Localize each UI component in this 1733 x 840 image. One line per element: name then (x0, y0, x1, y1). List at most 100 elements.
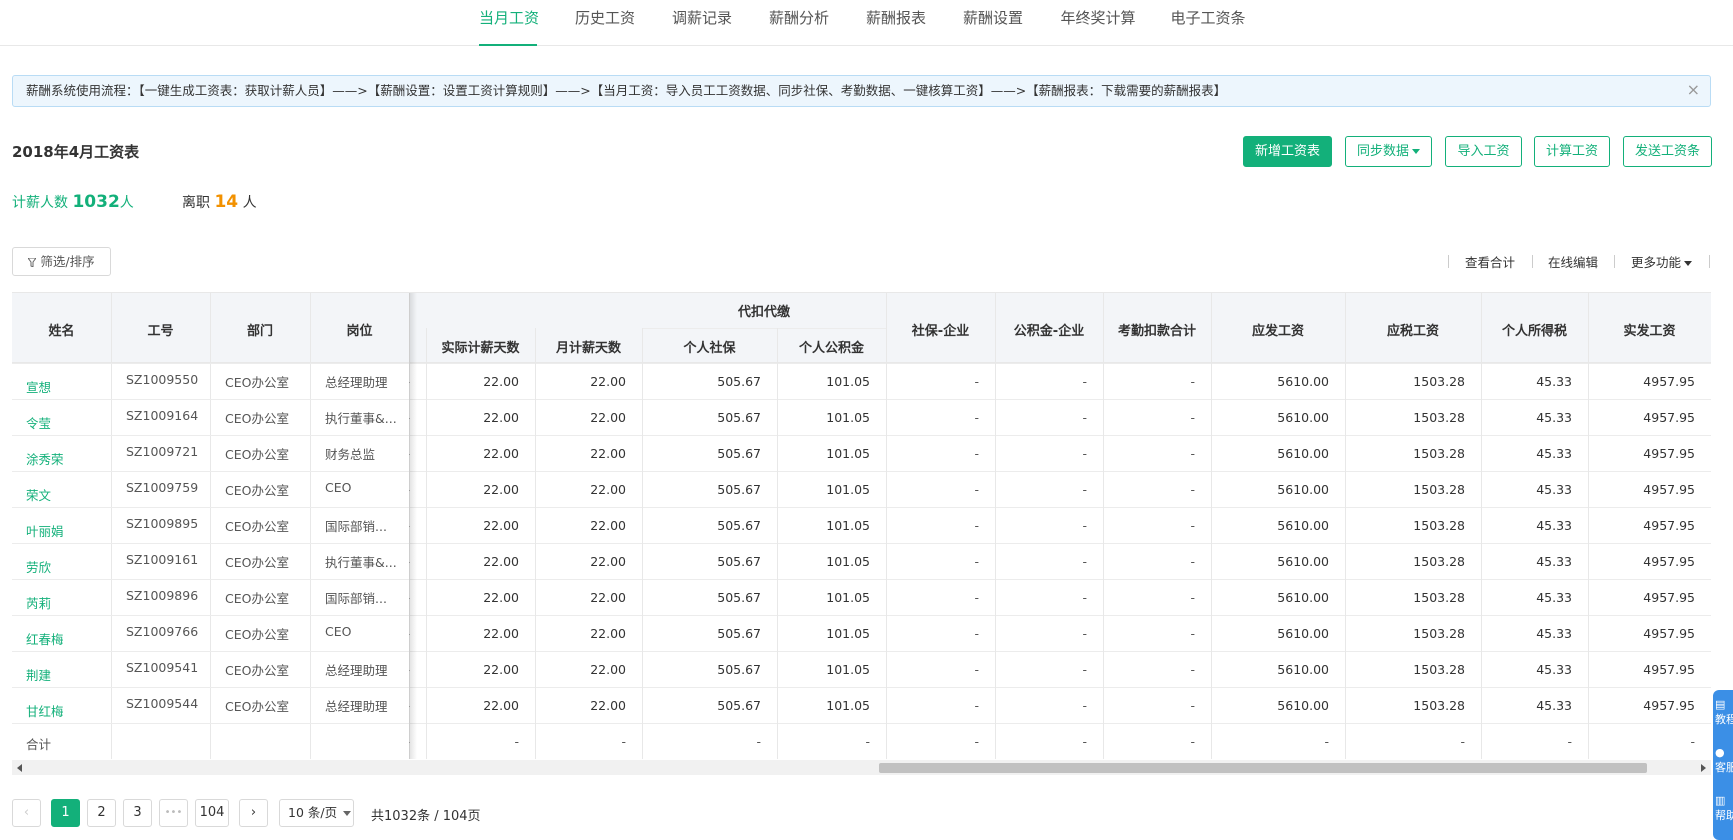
cell-gross-pay: 5610.00 (1277, 590, 1329, 605)
cell-position: CEO (325, 624, 352, 639)
employee-name-link[interactable]: 荆建 (26, 665, 106, 684)
tab-current-salary[interactable]: 当月工资 (479, 0, 539, 46)
next-page-button[interactable]: › (239, 799, 268, 827)
header-month-days[interactable]: 月计薪天数 (535, 337, 642, 356)
header-dept[interactable]: 部门 (210, 320, 310, 339)
cell-dept: CEO办公室 (225, 375, 289, 390)
tab-e-payslip[interactable]: 电子工资条 (1170, 0, 1246, 46)
cell-personal-hf: 101.05 (826, 446, 870, 461)
close-icon[interactable]: × (1687, 76, 1700, 104)
employee-name-link[interactable]: 甘红梅 (26, 701, 106, 720)
employee-name-link[interactable]: 叶丽娟 (26, 521, 106, 540)
more-functions-dropdown[interactable]: 更多功能 (1631, 252, 1693, 271)
tab-salary-reports[interactable]: 薪酬报表 (866, 0, 926, 46)
page-3-button[interactable]: 3 (123, 799, 152, 827)
header-position[interactable]: 岗位 (310, 320, 409, 339)
new-salary-sheet-button[interactable]: 新增工资表 (1243, 136, 1332, 167)
cell-attendance-deduct: - (1190, 698, 1195, 713)
cell-si-company: - (974, 410, 979, 425)
header-hf-company[interactable]: 公积金-企业 (995, 320, 1103, 339)
cell-attendance-deduct: - (1190, 374, 1195, 389)
scrollbar-thumb[interactable] (879, 763, 1647, 773)
cell-hf-company: - (1082, 410, 1087, 425)
header-personal-hf[interactable]: 个人公积金 (777, 337, 886, 356)
cell-gross-pay: 5610.00 (1277, 518, 1329, 533)
header-id[interactable]: 工号 (111, 320, 210, 339)
total-cell-income-tax: - (1567, 734, 1572, 749)
cell-net-pay: 4957.95 (1643, 662, 1695, 677)
employee-name-link[interactable]: 劳欣 (26, 557, 106, 576)
employee-name-link[interactable]: 红春梅 (26, 629, 106, 648)
tab-salary-analysis[interactable]: 薪酬分析 (769, 0, 829, 46)
page-title: 2018年4月工资表 (12, 143, 140, 161)
page-2-button[interactable]: 2 (87, 799, 116, 827)
employee-name-link[interactable]: 宣想 (26, 377, 106, 396)
customer-service-button[interactable]: ● 客服 (1715, 746, 1733, 775)
total-cell-personal-si: - (756, 734, 761, 749)
cell-employee-id: SZ1009544 (126, 696, 199, 711)
cell-month-days: 22.00 (590, 518, 626, 533)
employee-name-link[interactable]: 荣文 (26, 485, 106, 504)
header-taxable-pay[interactable]: 应税工资 (1345, 320, 1481, 339)
employee-name-link[interactable]: 芮莉 (26, 593, 106, 612)
tutorial-button[interactable]: ▤ 教程 (1715, 698, 1733, 727)
tab-bonus-calc[interactable]: 年终奖计算 (1060, 0, 1136, 46)
prev-page-button[interactable]: ‹ (12, 799, 41, 827)
header-gross-pay[interactable]: 应发工资 (1211, 320, 1345, 339)
page-size-select[interactable]: 10 条/页 (279, 799, 354, 827)
cell-actual-days: 22.00 (483, 626, 519, 641)
filter-sort-label: 筛选/排序 (40, 254, 95, 269)
cell-dept: CEO办公室 (225, 447, 289, 462)
view-total-link[interactable]: 查看合计 (1465, 252, 1515, 271)
cell-month-days: 22.00 (590, 626, 626, 641)
import-salary-button[interactable]: 导入工资 (1445, 136, 1522, 167)
employee-name-link[interactable]: 涂秀荣 (26, 449, 106, 468)
sync-data-button[interactable]: 同步数据 (1345, 136, 1432, 167)
header-actual-days[interactable]: 实际计薪天数 (426, 337, 535, 356)
send-payslip-button[interactable]: 发送工资条 (1623, 136, 1712, 167)
cell-si-company: - (974, 482, 979, 497)
cell-personal-hf: 101.05 (826, 626, 870, 641)
tab-adjust-records[interactable]: 调薪记录 (672, 0, 732, 46)
cell-position: 财务总监 (325, 447, 376, 462)
header-personal-si[interactable]: 个人社保 (642, 337, 777, 356)
cell-gross-pay: 5610.00 (1277, 374, 1329, 389)
cell-gross-pay: 5610.00 (1277, 410, 1329, 425)
tab-salary-settings[interactable]: 薪酬设置 (963, 0, 1023, 46)
header-name[interactable]: 姓名 (12, 320, 111, 339)
divider (1614, 255, 1615, 268)
cell-hf-company: - (1082, 662, 1087, 677)
total-cell-attendance-deduct: - (1190, 734, 1195, 749)
header-attendance-deduct[interactable]: 考勤扣款合计 (1103, 320, 1211, 339)
cell-actual-days: 22.00 (483, 662, 519, 677)
salary-table: 代扣代缴 实际计薪天数 月计薪天数 个人社保 个人公积金 社保-企业 公积金-企业 考勤扣款合… (12, 292, 1711, 759)
row-divider (12, 651, 409, 652)
scroll-left-icon[interactable] (17, 764, 22, 772)
calc-salary-button[interactable]: 计算工资 (1534, 136, 1610, 167)
filter-sort-button[interactable]: 筛选/排序 (12, 247, 111, 276)
table-horizontal-scrollbar[interactable] (12, 760, 1711, 775)
cell-si-company: - (974, 554, 979, 569)
header-si-company[interactable]: 社保-企业 (886, 320, 995, 339)
help-button[interactable]: ▥ 帮助 (1715, 794, 1733, 823)
more-pages-ellipsis[interactable]: ••• (159, 799, 188, 827)
cell-hf-company: - (1082, 518, 1087, 533)
divider (1448, 255, 1449, 268)
page-1-button[interactable]: 1 (51, 799, 80, 827)
cell-employee-id: SZ1009164 (126, 408, 199, 423)
cell-si-company: - (974, 626, 979, 641)
left-count-stat[interactable]: 离职 14 人 (182, 192, 257, 212)
last-page-button[interactable]: 104 (195, 799, 229, 827)
left-count: 14 (214, 192, 239, 212)
tab-history-salary[interactable]: 历史工资 (575, 0, 635, 46)
online-edit-link[interactable]: 在线编辑 (1548, 252, 1598, 271)
row-divider (12, 579, 409, 580)
customer-service-label: 客服 (1715, 761, 1733, 774)
cell-personal-hf: 101.05 (826, 482, 870, 497)
row-divider (12, 723, 409, 724)
header-net-pay[interactable]: 实发工资 (1588, 320, 1711, 339)
header-income-tax[interactable]: 个人所得税 (1481, 320, 1588, 339)
row-divider (12, 435, 409, 436)
scroll-right-icon[interactable] (1701, 764, 1706, 772)
employee-name-link[interactable]: 令莹 (26, 413, 106, 432)
